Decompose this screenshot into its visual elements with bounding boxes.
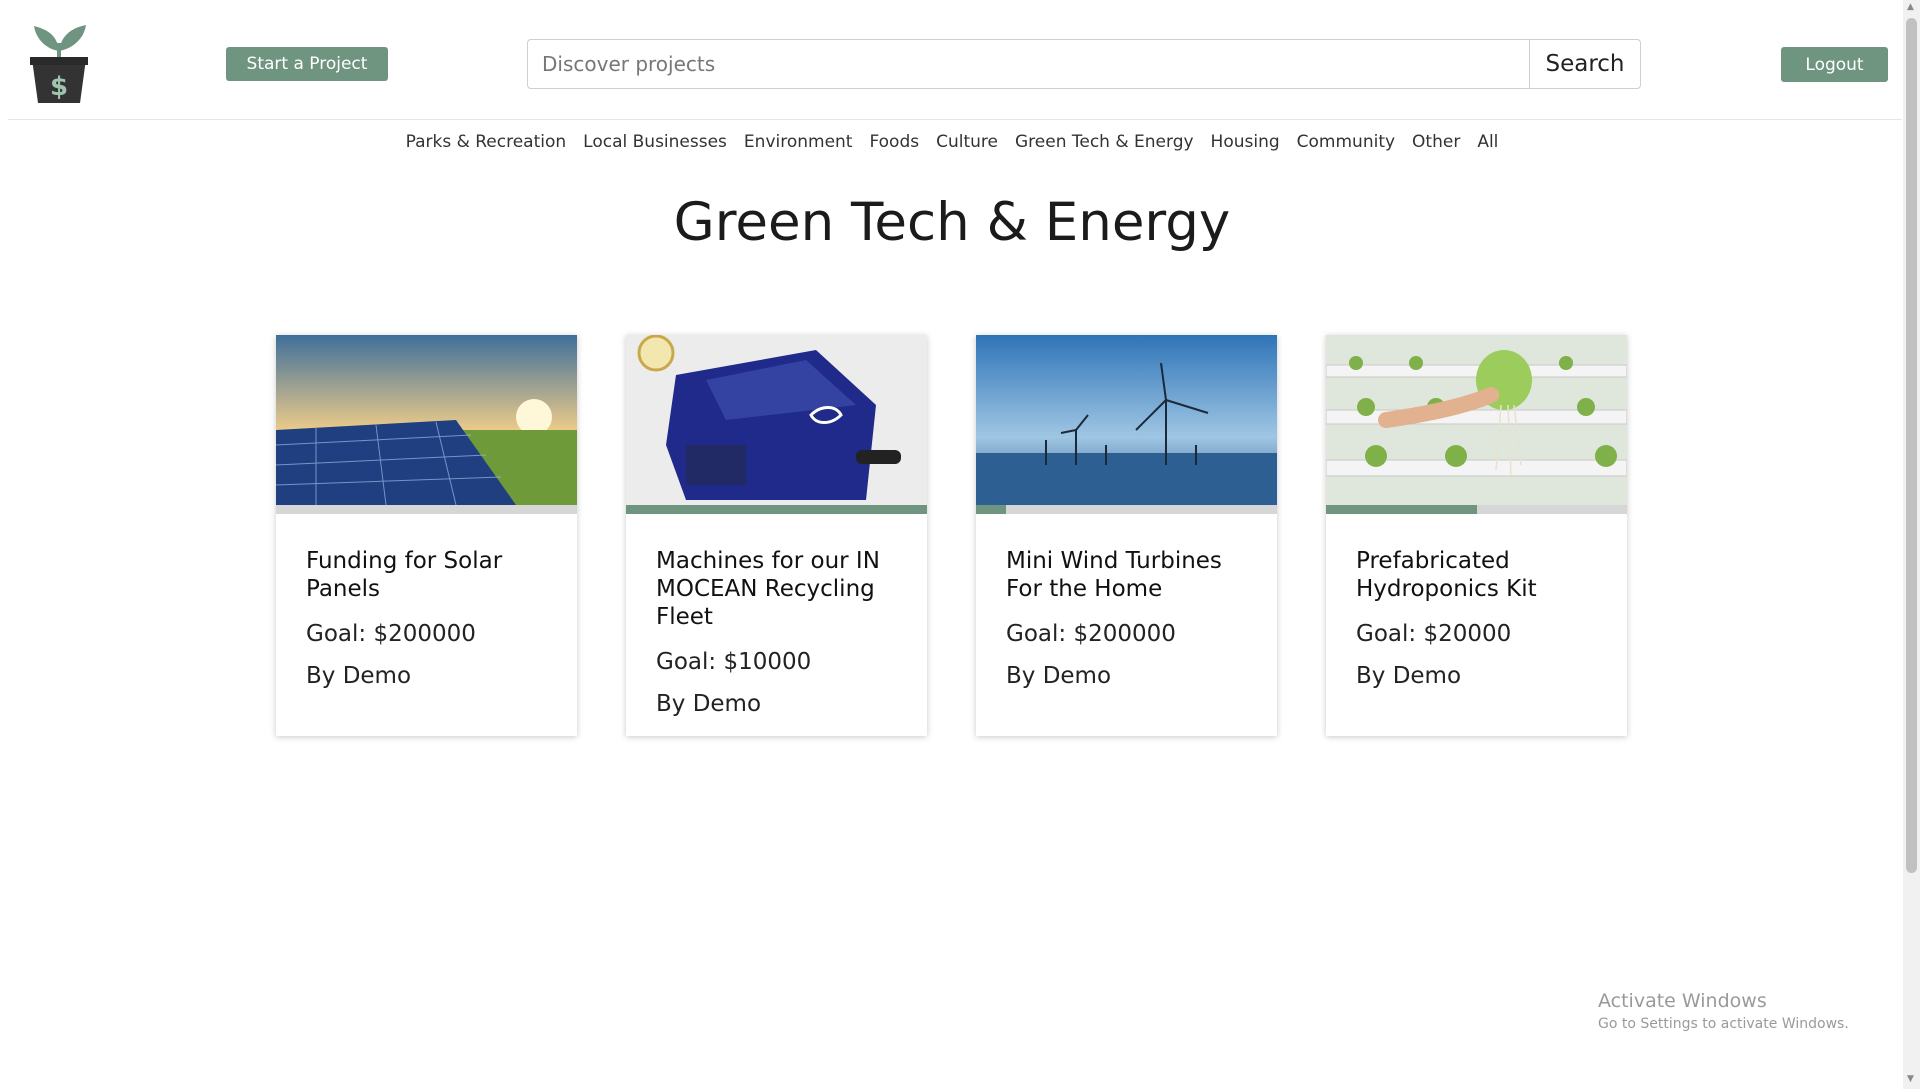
- project-author: By Demo: [1006, 663, 1112, 689]
- category-local-businesses[interactable]: Local Businesses: [583, 132, 727, 152]
- category-green-tech-energy[interactable]: Green Tech & Energy: [1015, 132, 1194, 152]
- logout-button[interactable]: Logout: [1781, 47, 1888, 82]
- scroll-up-icon[interactable]: ▲: [1907, 2, 1914, 12]
- category-environment[interactable]: Environment: [744, 132, 853, 152]
- project-card-grid: Funding for Solar Panels Goal: $200000 B…: [276, 335, 1627, 736]
- category-community[interactable]: Community: [1297, 132, 1395, 152]
- category-parks-recreation[interactable]: Parks & Recreation: [406, 132, 567, 152]
- funding-progress-bar: [276, 505, 577, 514]
- category-housing[interactable]: Housing: [1211, 132, 1280, 152]
- top-header: $ Start a Project Search Logout: [8, 1, 1902, 120]
- category-other[interactable]: Other: [1412, 132, 1460, 152]
- project-card[interactable]: Mini Wind Turbines For the Home Goal: $2…: [976, 335, 1277, 736]
- progress-fill: [626, 505, 927, 514]
- svg-text:$: $: [50, 72, 68, 102]
- scroll-thumb[interactable]: [1906, 18, 1917, 873]
- project-author: By Demo: [306, 663, 412, 689]
- category-foods[interactable]: Foods: [869, 132, 919, 152]
- category-all[interactable]: All: [1477, 132, 1498, 152]
- solar-panels-image: [276, 335, 577, 505]
- project-card[interactable]: Funding for Solar Panels Goal: $200000 B…: [276, 335, 577, 736]
- scroll-down-icon[interactable]: ▼: [1907, 1074, 1914, 1084]
- category-culture[interactable]: Culture: [936, 132, 998, 152]
- project-card[interactable]: Machines for our IN MOCEAN Recycling Fle…: [626, 335, 927, 736]
- project-title: Machines for our IN MOCEAN Recycling Fle…: [656, 548, 880, 630]
- project-goal: Goal: $200000: [1006, 621, 1176, 647]
- project-goal: Goal: $20000: [1356, 621, 1512, 647]
- recycling-machine-image: [626, 335, 927, 505]
- category-nav: Parks & Recreation Local Businesses Envi…: [0, 132, 1904, 152]
- hydroponics-image: [1326, 335, 1627, 505]
- progress-fill: [1326, 505, 1477, 514]
- project-title: Prefabricated Hydroponics Kit: [1356, 548, 1537, 602]
- vertical-scrollbar[interactable]: ▲ ▼: [1903, 0, 1920, 1089]
- search-button[interactable]: Search: [1529, 40, 1640, 88]
- search-input[interactable]: [528, 40, 1529, 88]
- progress-fill: [976, 505, 1007, 514]
- project-goal: Goal: $10000: [656, 649, 812, 675]
- project-author: By Demo: [656, 691, 762, 717]
- funding-progress-bar: [1326, 505, 1627, 514]
- windows-activation-watermark: Activate Windows Go to Settings to activ…: [1598, 990, 1849, 1032]
- project-author: By Demo: [1356, 663, 1462, 689]
- page-title: Green Tech & Energy: [673, 192, 1231, 253]
- wind-turbines-image: [976, 335, 1277, 505]
- search-bar: Search: [527, 39, 1641, 89]
- start-project-button[interactable]: Start a Project: [226, 47, 388, 81]
- project-title: Funding for Solar Panels: [306, 548, 503, 602]
- funding-progress-bar: [626, 505, 927, 514]
- watermark-line2: Go to Settings to activate Windows.: [1598, 1016, 1849, 1032]
- plant-pot-dollar-icon[interactable]: $: [26, 21, 92, 103]
- project-card[interactable]: Prefabricated Hydroponics Kit Goal: $200…: [1326, 335, 1627, 736]
- project-goal: Goal: $200000: [306, 621, 476, 647]
- project-title: Mini Wind Turbines For the Home: [1006, 548, 1222, 602]
- funding-progress-bar: [976, 505, 1277, 514]
- watermark-line1: Activate Windows: [1598, 990, 1767, 1012]
